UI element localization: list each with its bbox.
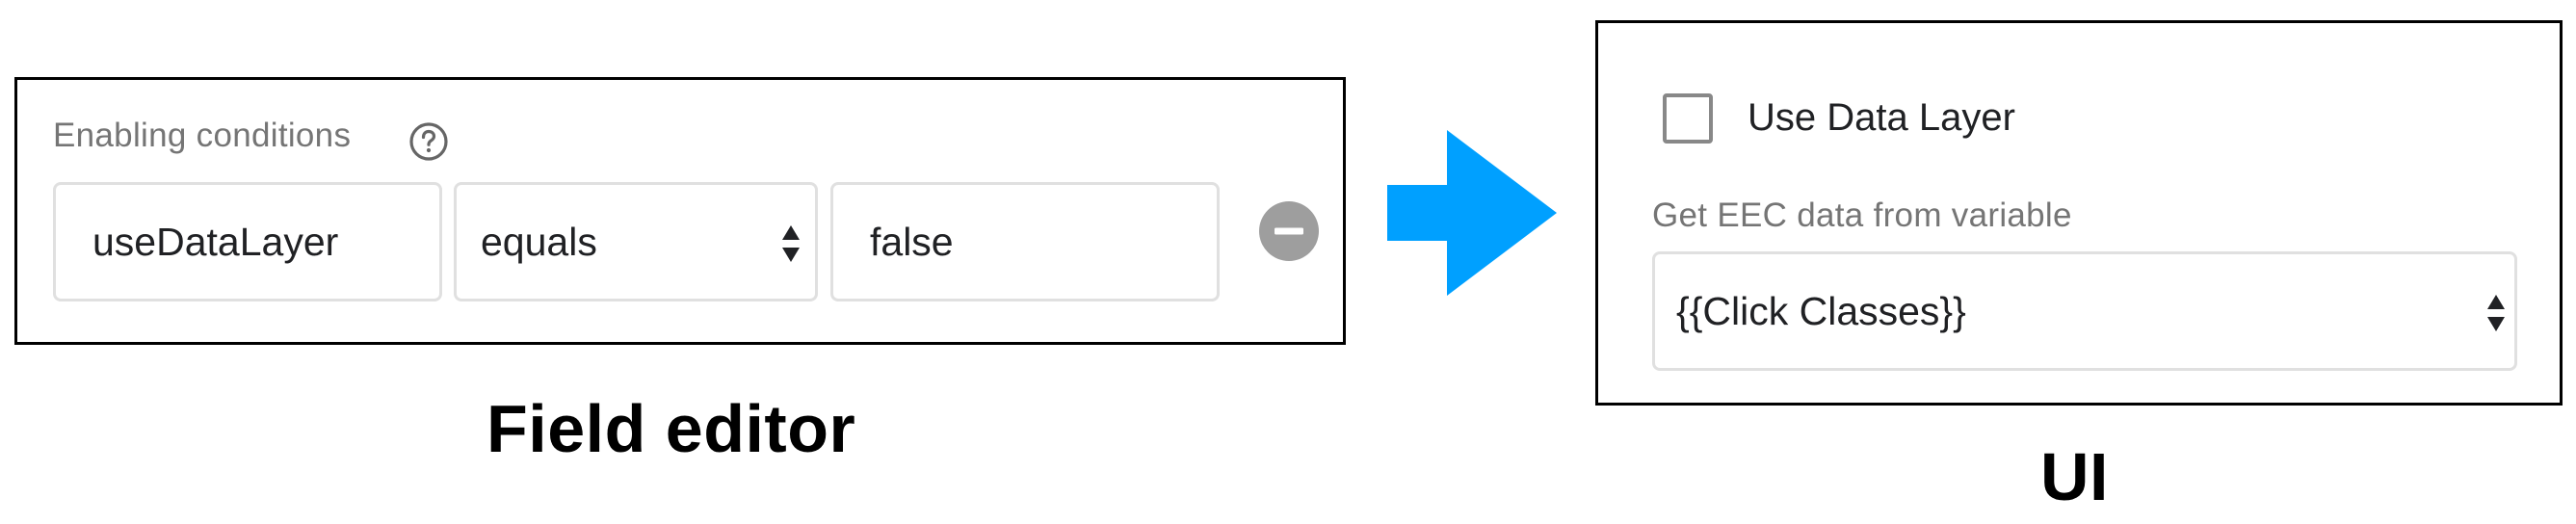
operator-select-value: equals <box>481 219 597 264</box>
value-field-input[interactable]: false <box>830 182 1220 301</box>
select-arrows-icon <box>2485 293 2507 333</box>
eec-variable-select-value: {{Click Classes}} <box>1676 288 1966 333</box>
help-circle-icon[interactable] <box>408 121 449 162</box>
right-arrow-icon <box>1387 130 1557 296</box>
eec-variable-select[interactable]: {{Click Classes}} <box>1652 251 2517 371</box>
condition-field-value: useDataLayer <box>92 219 339 264</box>
field-editor-panel: Enabling conditions useDataLayer equals … <box>14 77 1346 345</box>
use-data-layer-label[interactable]: Use Data Layer <box>1748 96 2015 140</box>
ui-preview-panel: Use Data Layer Get EEC data from variabl… <box>1595 20 2563 406</box>
use-data-layer-checkbox[interactable] <box>1663 93 1713 144</box>
select-arrows-icon <box>780 223 802 264</box>
ui-caption: UI <box>2040 439 2109 514</box>
field-editor-caption: Field editor <box>486 391 856 466</box>
value-field-value: false <box>870 219 954 264</box>
operator-select[interactable]: equals <box>454 182 818 301</box>
remove-circle-icon[interactable] <box>1258 200 1320 262</box>
condition-field-input[interactable]: useDataLayer <box>53 182 442 301</box>
eec-variable-label: Get EEC data from variable <box>1652 196 2072 234</box>
enabling-conditions-label: Enabling conditions <box>53 117 352 154</box>
